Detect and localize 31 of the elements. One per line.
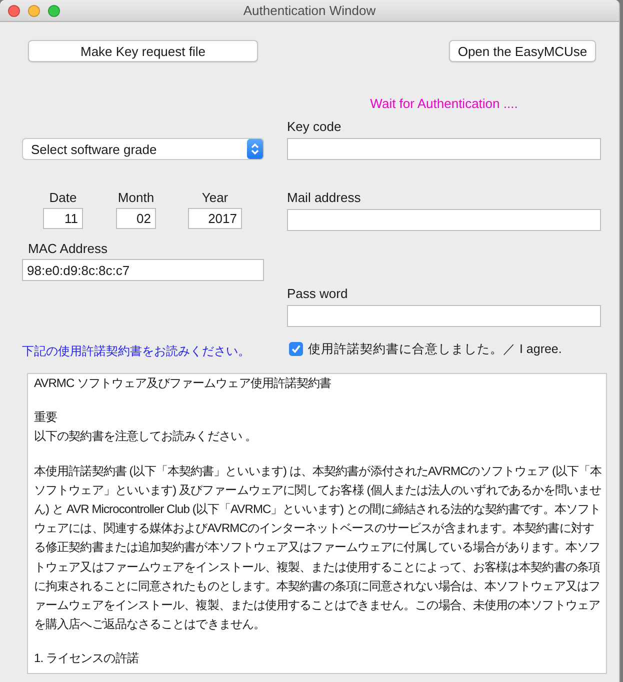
dropdown-arrows-icon — [247, 139, 263, 159]
make-key-button[interactable]: Make Key request file — [28, 40, 258, 62]
field-label: Key code — [287, 119, 342, 135]
read-notice: 下記の使用許諾契約書をお読みください。 — [22, 343, 250, 359]
window-title: Authentication Window — [243, 3, 376, 18]
agree-checkbox[interactable] — [289, 342, 303, 356]
license-text: AVRMC ソフトウェア及びファームウェア使用許諾契約書 — [34, 375, 332, 392]
field-label: Month — [118, 190, 154, 206]
minimize-icon[interactable] — [28, 5, 40, 17]
field-label: Pass word — [287, 286, 348, 302]
input-field[interactable] — [287, 138, 601, 160]
input-field[interactable]: 11 — [43, 208, 83, 229]
status-text: Wait for Authentication .... — [369, 96, 519, 112]
license-text: 重要 — [34, 409, 58, 426]
input-field[interactable]: 98:e0:d9:8c:8c:c7 — [22, 259, 264, 281]
close-icon[interactable] — [8, 5, 20, 17]
software-grade-dropdown[interactable]: Select software grade — [22, 138, 264, 160]
field-label: Mail address — [287, 190, 361, 206]
input-field[interactable] — [287, 209, 601, 231]
license-text: 以下の契約書を注意してお読みください 。 — [34, 428, 258, 446]
license-text: 本使用許諾契約書 (以下「本契約書」といいます) は、本契約書が添付されたAVRMCのソフトウェア (以下「本ソフトウェア」といいます) 及びファームウェアに関してお客様 (個人または法人のいずれであるかを問いません) と AVR Microcontroller Club (以下「AVRMC」といいます) との間に締結される法的な契約書です。本ソフトウェアには、関連する媒体およびAVRMCのインターネットベースのサービスが含まれます。本契約書に対する修正契約書または追加契約書が本ソフトウェア又はファームウェアに付属している場合があります。本ソフトウェア又はファームウェアをインストール、複製、または使用することによって、お客様は本契約書の条項に拘束されることに同意されたものとします。本契約書の条項に同意されない場合は、本ソフトウェア又はファームウェアをインストール、複製、または使用することはできません。この場合、未使用の本ソフトウェアを購入店へご返品なさることはできません。 — [34, 462, 602, 634]
field-label: MAC Address — [28, 241, 108, 257]
input-field[interactable]: 02 — [116, 208, 156, 229]
field-label: Year — [202, 190, 228, 206]
zoom-icon[interactable] — [48, 5, 60, 17]
license-text: 1. ライセンスの許諾 — [34, 650, 140, 668]
open-easymcuse-button[interactable]: Open the EasyMCUse — [449, 40, 596, 62]
input-field[interactable]: 2017 — [188, 208, 242, 229]
input-field[interactable] — [287, 305, 601, 327]
field-label: Date — [49, 190, 77, 206]
agree-label: 使用許諾契約書に合意しました。／ I agree. — [308, 340, 562, 358]
